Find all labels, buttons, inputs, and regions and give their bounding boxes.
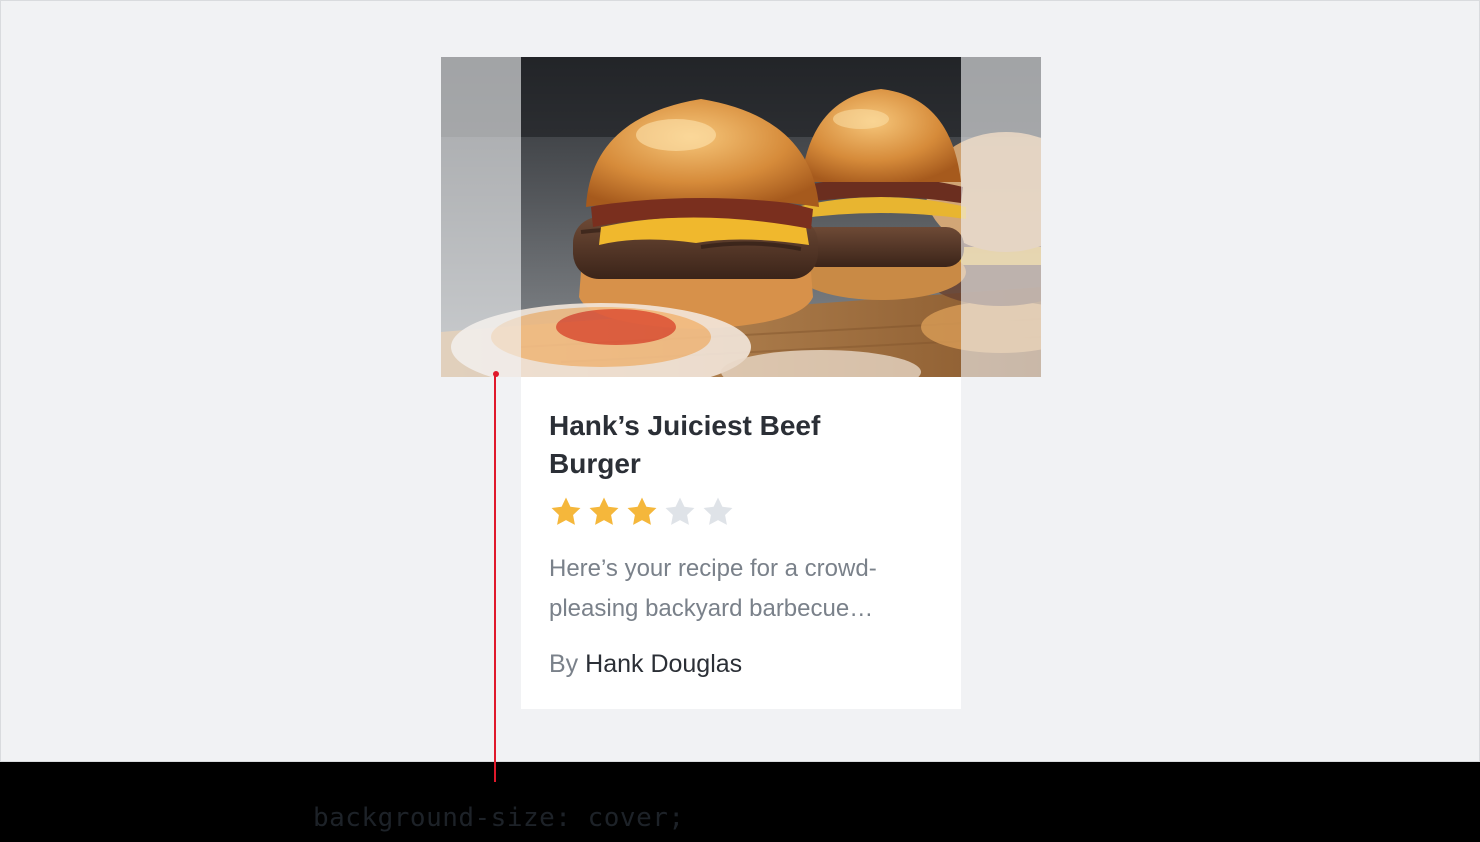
- star-filled-icon: [627, 497, 657, 525]
- css-code-label: background-size: cover;: [313, 803, 685, 833]
- overflow-fade-right: [961, 57, 1041, 377]
- overflow-fade-left: [441, 57, 521, 377]
- canvas: Hank’s Juiciest Beef Burger Here’s your …: [0, 0, 1480, 762]
- recipe-card[interactable]: Hank’s Juiciest Beef Burger Here’s your …: [521, 377, 961, 709]
- star-filled-icon: [589, 497, 619, 525]
- recipe-title[interactable]: Hank’s Juiciest Beef Burger: [549, 407, 879, 483]
- recipe-description: Here’s your recipe for a crowd-pleasing …: [549, 555, 877, 622]
- callout-line: [494, 374, 496, 782]
- star-rating: [549, 495, 933, 529]
- star-empty-icon: [665, 497, 695, 525]
- burger-photo: [441, 57, 1041, 377]
- author-name[interactable]: Hank Douglas: [585, 650, 742, 678]
- star-empty-icon: [703, 497, 733, 525]
- byline-prefix: By: [549, 650, 579, 678]
- star-filled-icon: [551, 497, 581, 525]
- byline: By Hank Douglas: [549, 647, 933, 681]
- background-image-area: [441, 57, 1041, 377]
